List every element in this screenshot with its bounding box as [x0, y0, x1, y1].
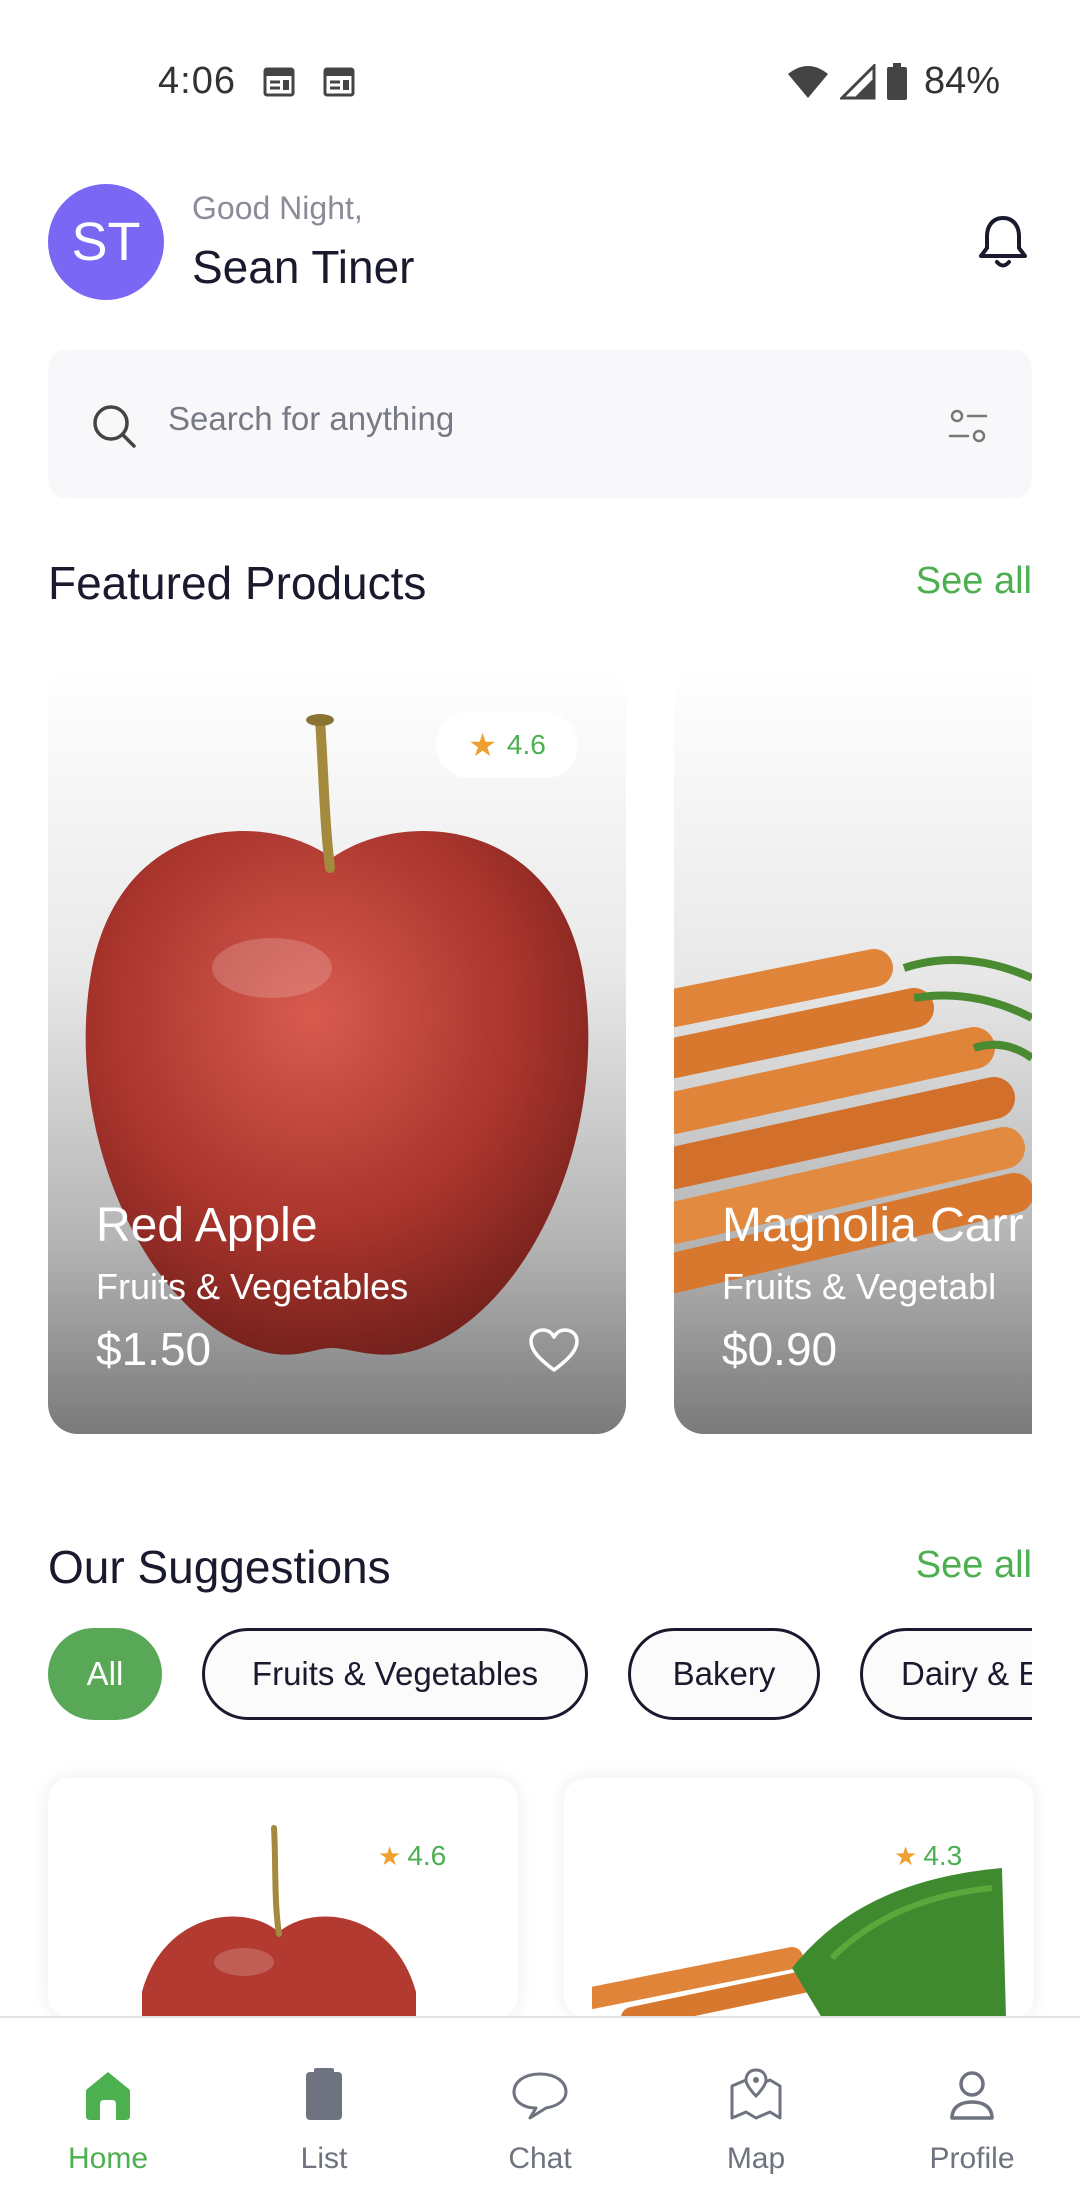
chip-dairy[interactable]: Dairy & E: [860, 1628, 1032, 1720]
nav-item-map[interactable]: Map: [648, 2018, 864, 2201]
cellular-signal-icon: [839, 63, 876, 99]
rating-badge: ★ 4.6: [436, 712, 578, 778]
chat-bubble-icon: [512, 2072, 568, 2120]
nav-label: Map: [726, 2142, 786, 2175]
suggestion-product-card[interactable]: ★ 4.6: [48, 1778, 518, 2018]
map-icon: [730, 2068, 782, 2120]
carrots-image: [674, 949, 1032, 1293]
user-name: Sean Tiner: [192, 241, 415, 293]
rating-value: 4.6: [506, 729, 546, 760]
rating-value: 4.6: [407, 1840, 447, 1871]
battery-icon: [886, 62, 907, 100]
featured-see-all-link[interactable]: See all: [916, 560, 1032, 603]
status-time: 4:06: [158, 60, 236, 102]
clipboard-icon: [306, 2068, 342, 2120]
star-icon: ★: [894, 1840, 918, 1871]
rating-badge: ★ 4.6: [378, 1840, 446, 1872]
calendar-notification-icon: [263, 67, 295, 97]
our-suggestions-title: Our Suggestions: [48, 1541, 391, 1593]
chip-bakery[interactable]: Bakery: [628, 1628, 820, 1720]
status-bar: 4:06 84%: [0, 0, 1080, 140]
battery-percentage: 84%: [923, 60, 1000, 102]
chip-fruits-vegetables[interactable]: Fruits & Vegetables: [202, 1628, 588, 1720]
featured-products-title: Featured Products: [48, 557, 427, 609]
bottom-navigation: Home List Chat Map Profile: [0, 2016, 1080, 2201]
nav-item-chat[interactable]: Chat: [432, 2018, 648, 2201]
filter-icon[interactable]: [948, 406, 988, 446]
notification-bell-icon[interactable]: [976, 212, 1030, 272]
nav-label: Home: [67, 2142, 149, 2175]
calendar-notification-icon: [323, 67, 355, 97]
product-category: Fruits & Vegetabl: [722, 1266, 997, 1307]
rating-badge: ★ 4.3: [894, 1840, 962, 1872]
suggestions-see-all-link[interactable]: See all: [916, 1544, 1032, 1587]
home-icon: [86, 2072, 130, 2120]
nav-item-home[interactable]: Home: [0, 2018, 216, 2201]
avatar[interactable]: ST: [48, 184, 164, 300]
status-indicators: 84%: [786, 60, 1000, 103]
carrots-image: [592, 1868, 1006, 2018]
wifi-icon: [787, 65, 828, 98]
featured-product-card[interactable]: Magnolia Carr Fruits & Vegetabl $0.90: [674, 668, 1032, 1434]
profile-icon: [950, 2071, 994, 2120]
product-name: Magnolia Carr: [722, 1199, 1024, 1252]
search-input[interactable]: Search for anything: [168, 400, 454, 438]
nav-item-list[interactable]: List: [216, 2018, 432, 2201]
star-icon: ★: [378, 1840, 402, 1871]
product-price: $0.90: [722, 1323, 838, 1375]
favorite-heart-icon[interactable]: [528, 1328, 580, 1374]
greeting-text: Good Night,: [192, 190, 363, 226]
product-category: Fruits & Vegetables: [96, 1266, 409, 1307]
chip-all[interactable]: All: [48, 1628, 162, 1720]
featured-products-carousel[interactable]: ★ 4.6 Red Apple Fruits & Vegetables $1.5…: [48, 668, 1032, 1438]
nav-item-profile[interactable]: Profile: [864, 2018, 1080, 2201]
nav-label: List: [300, 2142, 348, 2175]
search-icon: [93, 405, 136, 448]
star-icon: ★: [468, 727, 497, 763]
nav-label: Profile: [929, 2142, 1015, 2175]
product-price: $1.50: [96, 1323, 212, 1375]
search-bar[interactable]: Search for anything: [48, 350, 1032, 498]
rating-value: 4.3: [923, 1840, 963, 1871]
category-chips[interactable]: All Fruits & Vegetables Bakery Dairy & E: [48, 1628, 1032, 1722]
suggestion-product-card[interactable]: ★ 4.3: [564, 1778, 1034, 2018]
product-name: Red Apple: [96, 1199, 318, 1252]
nav-label: Chat: [508, 2142, 572, 2175]
featured-product-card[interactable]: ★ 4.6 Red Apple Fruits & Vegetables $1.5…: [48, 668, 626, 1434]
avatar-initials: ST: [71, 212, 141, 272]
